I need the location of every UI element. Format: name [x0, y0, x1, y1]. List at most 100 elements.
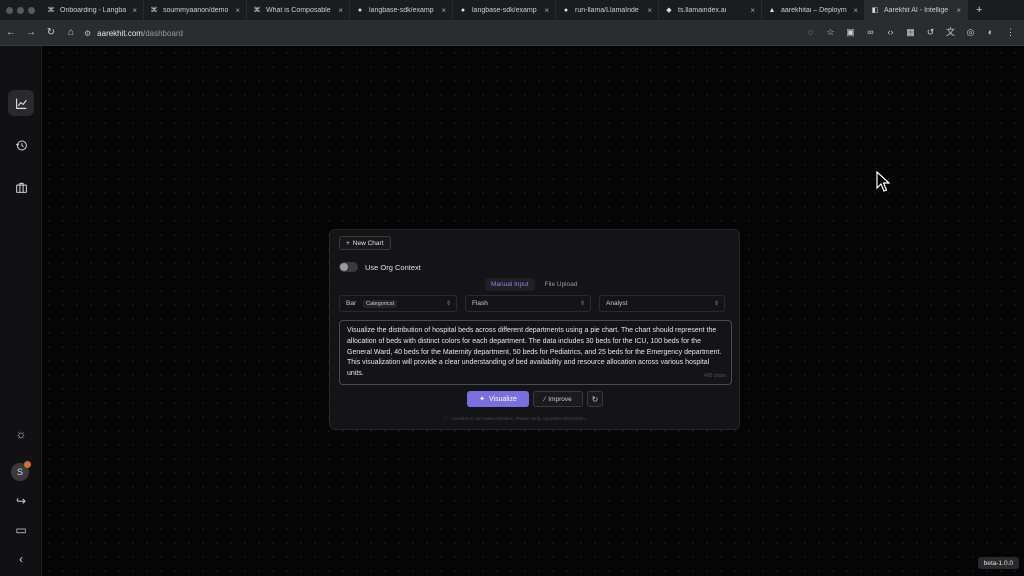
- close-window-button[interactable]: [6, 6, 13, 14]
- forward-icon[interactable]: →: [22, 27, 40, 38]
- browser-tab[interactable]: ● langbase-sdk/examp ×: [350, 0, 453, 20]
- refresh-button[interactable]: ↻: [587, 391, 603, 407]
- input-mode-tabs: Manual Input File Upload: [485, 278, 583, 291]
- back-icon[interactable]: ←: [2, 27, 20, 38]
- action-buttons: ✦ Visualize ⁄ Improve ↻: [467, 391, 603, 407]
- chat-icon: ▭: [15, 523, 27, 537]
- chart-category-chip: Categorical: [363, 299, 397, 308]
- extension-puzzle-icon[interactable]: ▣: [845, 27, 856, 38]
- github-icon: ●: [460, 6, 466, 14]
- code-icon[interactable]: ‹›: [885, 27, 896, 38]
- minimize-window-button[interactable]: [17, 6, 24, 14]
- new-tab-button[interactable]: +: [968, 4, 990, 16]
- browser-tab[interactable]: ▲ aarekhitai – Deploym ×: [762, 0, 865, 20]
- close-tab-icon[interactable]: ×: [647, 6, 652, 15]
- url-path: /dashboard: [142, 28, 183, 38]
- close-tab-icon[interactable]: ×: [853, 6, 858, 15]
- close-tab-icon[interactable]: ×: [956, 6, 961, 15]
- github-icon: ●: [563, 6, 569, 14]
- char-count: 495 chars: [704, 373, 726, 380]
- close-tab-icon[interactable]: ×: [544, 6, 549, 15]
- prompt-textarea[interactable]: Visualize the distribution of hospital b…: [339, 320, 732, 385]
- browser-tab-bar: ⌘ Onboarding - Langba × ⌘ soummyaanon/demo ×…: [0, 0, 1024, 20]
- role-select[interactable]: Analyst ⇕: [599, 295, 725, 312]
- address-bar[interactable]: ⚙ aarekhit.com/dashboard: [84, 26, 774, 40]
- visualize-button[interactable]: ✦ Visualize: [467, 391, 529, 407]
- options-row: Bar Categorical ⇕ Flash ⇕ Analyst ⇕: [339, 295, 731, 312]
- line-chart-icon: [15, 98, 27, 109]
- wand-icon: ⁄: [544, 395, 546, 403]
- url-domain: aarekhit.com: [97, 28, 143, 38]
- maximize-window-button[interactable]: [28, 6, 35, 14]
- collapse-sidebar-button[interactable]: ‹: [8, 546, 34, 572]
- logout-button[interactable]: ↪: [8, 488, 34, 514]
- langbase-icon: ⌘: [47, 7, 55, 14]
- theme-toggle-button[interactable]: ☼: [8, 421, 34, 447]
- org-context-label: Use Org Context: [365, 262, 421, 272]
- chevron-left-icon: ‹: [19, 552, 23, 566]
- close-tab-icon[interactable]: ×: [338, 6, 343, 15]
- capture-icon[interactable]: ◎: [965, 27, 976, 38]
- org-context-toggle[interactable]: [339, 262, 358, 272]
- org-context-row: Use Org Context: [339, 262, 421, 272]
- home-icon[interactable]: ⌂: [62, 27, 80, 38]
- sun-icon: ☼: [15, 427, 27, 441]
- browser-tab[interactable]: ⌘ Onboarding - Langba ×: [41, 0, 144, 20]
- history-icon: [15, 140, 27, 150]
- chevron-updown-icon: ⇕: [713, 301, 719, 307]
- browser-toolbar: ← → ↻ ⌂ ⚙ aarekhit.com/dashboard ◌ ☆ ▣ ∞…: [0, 20, 1024, 46]
- logout-icon: ↪: [15, 494, 27, 508]
- app-canvas: ☼ S ↪ ▭ ‹ + New Chart Use Org Context Man…: [0, 46, 1024, 576]
- close-tab-icon[interactable]: ×: [750, 6, 755, 15]
- site-info-icon[interactable]: ⚙: [84, 29, 91, 38]
- sidebar-item-history[interactable]: [8, 132, 34, 158]
- history-ext-icon[interactable]: ↺: [925, 27, 936, 38]
- menu-icon[interactable]: ⋮: [1005, 27, 1016, 38]
- aarekhit-icon: ◧: [871, 7, 879, 14]
- reload-icon[interactable]: ↻: [42, 27, 60, 38]
- plus-icon: +: [346, 239, 350, 247]
- sparkle-icon: ✦: [479, 396, 485, 403]
- browser-tab-active[interactable]: ◧ Aarekhit AI - Intellige ×: [865, 0, 968, 20]
- translate-icon[interactable]: 文: [945, 27, 956, 38]
- langbase-icon: ⌘: [253, 7, 261, 14]
- chart-generator-card: + New Chart Use Org Context Manual Input …: [329, 229, 740, 430]
- bookmark-star-icon[interactable]: ☆: [825, 27, 836, 38]
- llama-icon: ◆: [666, 7, 672, 14]
- sidebar-item-briefcase[interactable]: [8, 174, 34, 200]
- browser-tab[interactable]: ⌘ soummyaanon/demo ×: [144, 0, 247, 20]
- sidebar-item-charts[interactable]: [8, 90, 34, 116]
- browser-tab[interactable]: ⌘ What is Composable ×: [247, 0, 350, 20]
- vercel-icon: ▲: [768, 6, 776, 14]
- notification-dot: [24, 461, 31, 468]
- extension-toolbar: ◌ ☆ ▣ ∞ ‹› ▦ ↺ 文 ◎ ◐ ⋮: [805, 27, 1016, 38]
- model-select[interactable]: Flash ⇕: [465, 295, 591, 312]
- close-tab-icon[interactable]: ×: [132, 6, 137, 15]
- github-icon: ●: [357, 6, 363, 14]
- chart-type-select[interactable]: Bar Categorical ⇕: [339, 295, 457, 312]
- eye-off-icon[interactable]: ◌: [805, 27, 816, 38]
- chevron-updown-icon: ⇕: [579, 301, 585, 307]
- briefcase-icon: [15, 182, 27, 193]
- close-tab-icon[interactable]: ×: [235, 6, 240, 15]
- browser-tab[interactable]: ● langbase-sdk/examp ×: [453, 0, 556, 20]
- langbase-icon: ⌘: [150, 7, 158, 14]
- new-chart-button[interactable]: + New Chart: [339, 236, 391, 250]
- feedback-button[interactable]: ▭: [8, 517, 34, 543]
- table-icon[interactable]: ▦: [905, 27, 916, 38]
- improve-button[interactable]: ⁄ Improve: [533, 391, 583, 407]
- info-icon: ⓘ: [443, 415, 448, 420]
- sidebar: ☼ S ↪ ▭ ‹: [0, 46, 42, 576]
- version-badge: beta-1.0.0: [977, 557, 1019, 569]
- disclaimer: ⓘ Aarekhit AI can make mistakes. Please v…: [443, 415, 587, 421]
- window-controls[interactable]: [0, 6, 41, 14]
- close-tab-icon[interactable]: ×: [441, 6, 446, 15]
- tab-file-upload[interactable]: File Upload: [539, 278, 584, 291]
- browser-tab[interactable]: ◆ ts.llamaindex.ai ×: [659, 0, 762, 20]
- profile-icon[interactable]: ◐: [985, 27, 996, 38]
- browser-tab[interactable]: ● run-llama/LlamaInde ×: [556, 0, 659, 20]
- tab-manual-input[interactable]: Manual Input: [485, 278, 535, 291]
- mouse-cursor-icon: [876, 171, 890, 192]
- avatar[interactable]: S: [11, 461, 31, 481]
- link-icon[interactable]: ∞: [865, 27, 876, 38]
